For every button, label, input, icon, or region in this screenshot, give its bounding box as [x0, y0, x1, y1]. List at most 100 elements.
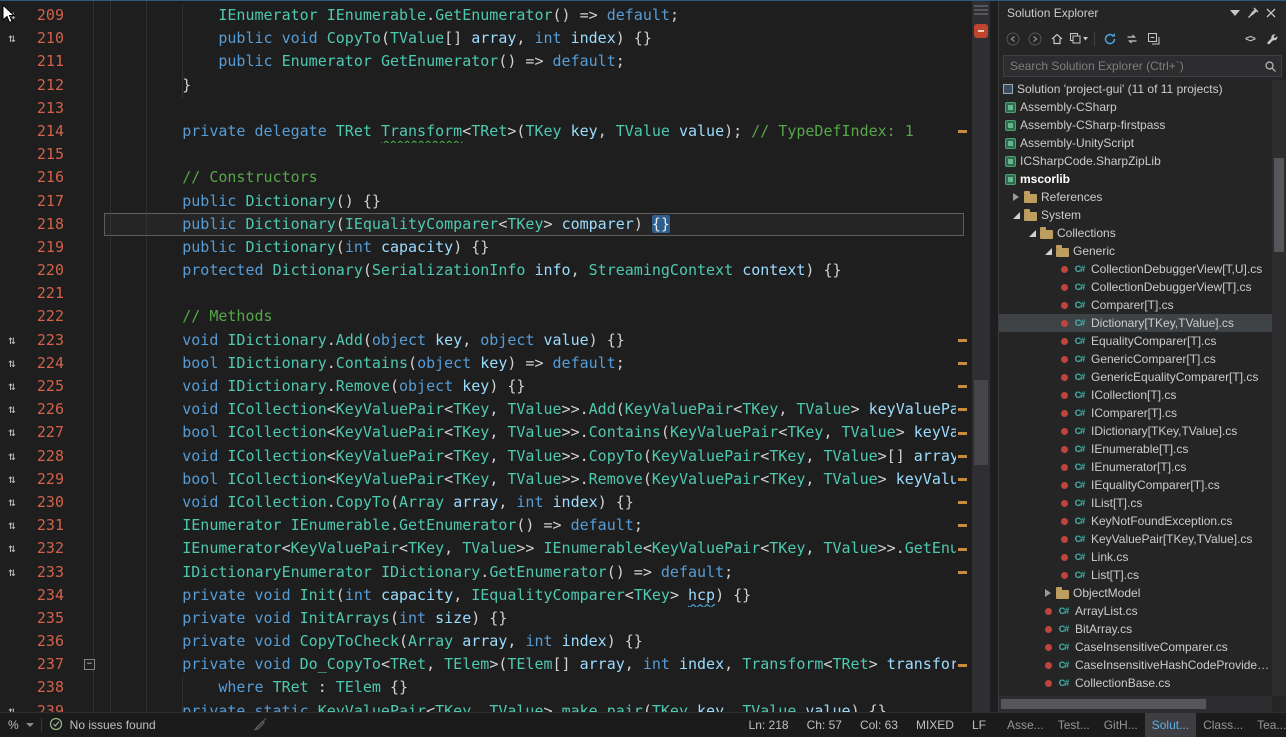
- line-number[interactable]: 220: [20, 259, 64, 282]
- implements-interface-icon[interactable]: ⇅: [2, 468, 22, 491]
- line-number[interactable]: 231: [20, 514, 64, 537]
- tree-item[interactable]: C#List[T].cs: [999, 566, 1272, 584]
- tree-scrollbar-thumb[interactable]: [1274, 158, 1284, 252]
- tree-item[interactable]: System: [999, 206, 1272, 224]
- code-line[interactable]: ⇅209 IEnumerator IEnumerable.GetEnumerat…: [0, 4, 998, 27]
- issues-message[interactable]: No issues found: [70, 718, 156, 732]
- tree-item[interactable]: C#IEnumerable[T].cs: [999, 440, 1272, 458]
- line-number[interactable]: 227: [20, 421, 64, 444]
- line-number[interactable]: 214: [20, 120, 64, 143]
- code-lines[interactable]: ⇅209 IEnumerator IEnumerable.GetEnumerat…: [0, 4, 998, 712]
- tree-item[interactable]: C#Dictionary[TKey,TValue].cs: [999, 314, 1272, 332]
- switch-views-icon[interactable]: [1069, 29, 1089, 49]
- encoding-indicator[interactable]: MIXED: [916, 718, 954, 732]
- tree-item[interactable]: C#CollectionBase.cs: [999, 674, 1272, 692]
- tree-item[interactable]: C#CollectionDebuggerView[T,U].cs: [999, 260, 1272, 278]
- line-number[interactable]: 226: [20, 398, 64, 421]
- code-line[interactable]: 222 // Methods: [0, 305, 998, 328]
- implements-interface-icon[interactable]: ⇅: [2, 329, 22, 352]
- tree-item[interactable]: C#BitArray.cs: [999, 620, 1272, 638]
- implements-interface-icon[interactable]: ⇅: [2, 4, 22, 27]
- implements-interface-icon[interactable]: ⇅: [2, 375, 22, 398]
- properties-wrench-icon[interactable]: [1262, 29, 1282, 49]
- line-number[interactable]: 232: [20, 537, 64, 560]
- column-indicator[interactable]: Col: 63: [860, 718, 898, 732]
- code-line[interactable]: 238 where TRet : TElem {}: [0, 676, 998, 699]
- code-line[interactable]: 235 private void InitArrays(int size) {}: [0, 607, 998, 630]
- tree-hscrollbar-thumb[interactable]: [1001, 699, 1206, 709]
- code-line[interactable]: ⇅228 void ICollection<KeyValuePair<TKey,…: [0, 445, 998, 468]
- tree-item[interactable]: C#EqualityComparer[T].cs: [999, 332, 1272, 350]
- code-line[interactable]: 214 private delegate TRet Transform<TRet…: [0, 120, 998, 143]
- tree-item[interactable]: C#IEnumerator[T].cs: [999, 458, 1272, 476]
- code-line[interactable]: 236 private void CopyToCheck(Array array…: [0, 630, 998, 653]
- code-line[interactable]: ⇅239 private static KeyValuePair<TKey, T…: [0, 700, 998, 712]
- implements-interface-icon[interactable]: ⇅: [2, 514, 22, 537]
- home-icon[interactable]: [1047, 29, 1067, 49]
- window-position-icon[interactable]: [1226, 5, 1244, 21]
- zoom-dropdown-icon[interactable]: [26, 723, 34, 727]
- line-number[interactable]: 215: [20, 143, 64, 166]
- implements-interface-icon[interactable]: ⇅: [2, 445, 22, 468]
- line-number[interactable]: 217: [20, 190, 64, 213]
- tree-item[interactable]: Assembly-CSharp-firstpass: [999, 116, 1272, 134]
- line-number[interactable]: 218: [20, 213, 64, 236]
- search-input[interactable]: [1004, 59, 1259, 73]
- fold-collapse-icon[interactable]: −: [84, 659, 95, 670]
- line-number[interactable]: 234: [20, 584, 64, 607]
- tree-item[interactable]: C#CaseInsensitiveHashCodeProvider.cs: [999, 656, 1272, 674]
- code-line[interactable]: 211 public Enumerator GetEnumerator() =>…: [0, 50, 998, 73]
- line-number[interactable]: 221: [20, 282, 64, 305]
- tool-window-tab[interactable]: Asse...: [1000, 713, 1051, 737]
- line-number[interactable]: 219: [20, 236, 64, 259]
- tree-item[interactable]: C#ICollection[T].cs: [999, 386, 1272, 404]
- code-line[interactable]: ⇅224 bool IDictionary.Contains(object ke…: [0, 352, 998, 375]
- line-number[interactable]: 238: [20, 676, 64, 699]
- forward-icon[interactable]: [1025, 29, 1045, 49]
- tree-item[interactable]: ObjectModel: [999, 584, 1272, 602]
- tree-item[interactable]: References: [999, 188, 1272, 206]
- zoom-control[interactable]: %: [8, 718, 19, 732]
- line-number[interactable]: 237: [20, 653, 64, 676]
- pin-icon[interactable]: [1244, 5, 1262, 21]
- tree-item[interactable]: C#IDictionary[TKey,TValue].cs: [999, 422, 1272, 440]
- code-line[interactable]: 234 private void Init(int capacity, IEqu…: [0, 584, 998, 607]
- tree-horizontal-scrollbar[interactable]: [999, 696, 1272, 712]
- code-line[interactable]: ⇅210 public void CopyTo(TValue[] array, …: [0, 27, 998, 50]
- line-number[interactable]: 230: [20, 491, 64, 514]
- editor-scrollbar[interactable]: [972, 0, 990, 712]
- code-line[interactable]: 215: [0, 143, 998, 166]
- code-line[interactable]: 218 public Dictionary(IEqualityComparer<…: [0, 213, 998, 236]
- tree-item[interactable]: Solution 'project-gui' (11 of 11 project…: [999, 80, 1272, 98]
- line-number[interactable]: 229: [20, 468, 64, 491]
- tree-item[interactable]: Assembly-UnityScript: [999, 134, 1272, 152]
- tree-expand-arrow-icon[interactable]: [1045, 589, 1051, 597]
- back-icon[interactable]: [1003, 29, 1023, 49]
- code-line[interactable]: 217 public Dictionary() {}: [0, 190, 998, 213]
- tree-item[interactable]: ICSharpCode.SharpZipLib: [999, 152, 1272, 170]
- implements-interface-icon[interactable]: ⇅: [2, 398, 22, 421]
- code-line[interactable]: ⇅233 IDictionaryEnumerator IDictionary.G…: [0, 561, 998, 584]
- line-number[interactable]: 216: [20, 166, 64, 189]
- line-number[interactable]: 225: [20, 375, 64, 398]
- code-line[interactable]: ⇅225 void IDictionary.Remove(object key)…: [0, 375, 998, 398]
- implements-interface-icon[interactable]: ⇅: [2, 421, 22, 444]
- tree-vertical-scrollbar[interactable]: [1272, 80, 1286, 696]
- tree-item[interactable]: C#ArrayList.cs: [999, 602, 1272, 620]
- code-line[interactable]: 212 }: [0, 74, 998, 97]
- line-number[interactable]: 224: [20, 352, 64, 375]
- tree-item[interactable]: C#GenericEqualityComparer[T].cs: [999, 368, 1272, 386]
- line-number[interactable]: 210: [20, 27, 64, 50]
- tree-item[interactable]: C#IComparer[T].cs: [999, 404, 1272, 422]
- view-code-icon[interactable]: <>: [1240, 29, 1260, 49]
- line-number[interactable]: 211: [20, 50, 64, 73]
- tool-window-tab[interactable]: Solut...: [1145, 713, 1196, 737]
- line-indicator[interactable]: Ln: 218: [749, 718, 789, 732]
- code-editor[interactable]: ⇅209 IEnumerator IEnumerable.GetEnumerat…: [0, 0, 998, 712]
- implements-interface-icon[interactable]: ⇅: [2, 27, 22, 50]
- line-number[interactable]: 236: [20, 630, 64, 653]
- tool-window-tab[interactable]: Test...: [1051, 713, 1097, 737]
- editor-scrollbar-thumb[interactable]: [974, 380, 988, 465]
- code-line[interactable]: ⇅232 IEnumerator<KeyValuePair<TKey, TVal…: [0, 537, 998, 560]
- code-line[interactable]: ⇅226 void ICollection<KeyValuePair<TKey,…: [0, 398, 998, 421]
